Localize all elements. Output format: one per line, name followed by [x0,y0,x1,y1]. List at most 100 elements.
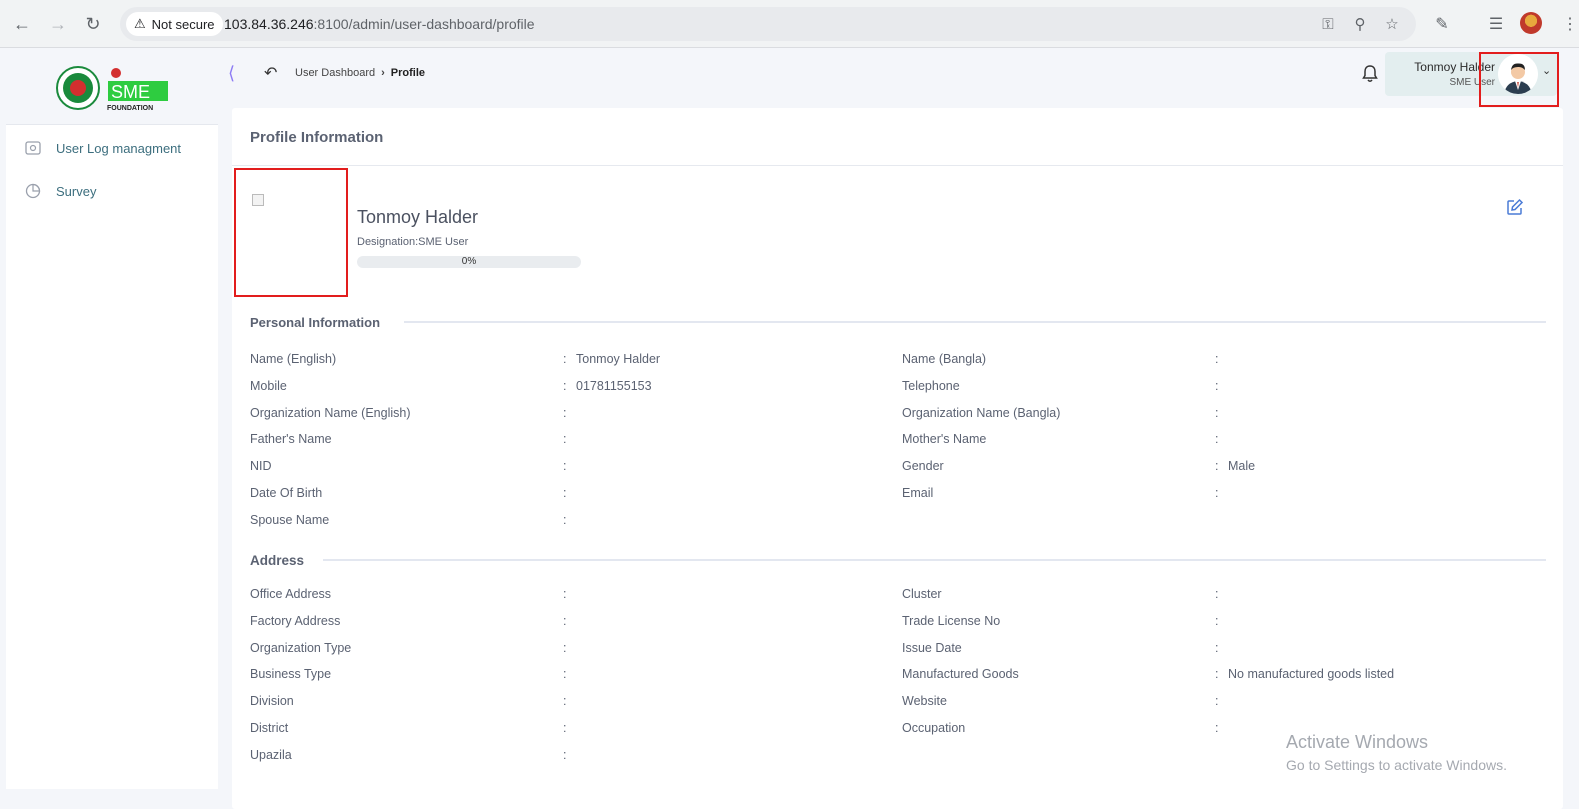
menu-dots-icon[interactable]: ⋮ [1558,12,1579,36]
field-separator: : [1215,721,1219,735]
field-label: Spouse Name [250,512,330,527]
field-label: Name (Bangla) [902,352,987,366]
key-icon[interactable]: ⚿ [1318,14,1338,34]
field-label: Organization Name (Bangla) [902,405,1061,420]
chevron-right-icon: › [381,67,385,79]
field-separator: : [1215,640,1219,655]
field-label: Manufactured Goods [902,667,1019,682]
sidebar-item-survey[interactable]: Survey [24,179,96,203]
security-label: Not secure [151,16,215,32]
reload-icon[interactable]: ↻ [81,12,105,36]
field-separator: : [1215,352,1219,366]
topbar: ⟨ ↶ User Dashboard › Profile Tonmoy Hald… [224,49,1579,101]
field-value: Tonmoy Halder [576,352,661,366]
field-label: Cluster [902,587,942,601]
field-separator: : [563,613,567,628]
field-label: Business Type [250,667,332,682]
field-label: NID [250,459,272,474]
url-path: :8100/admin/user-dashboard/profile [313,16,535,32]
field-label: Division [250,694,294,709]
section-divider [323,559,1546,561]
zoom-icon[interactable]: ⚲ [1350,14,1370,34]
sidebar: SME FOUNDATION User Log managment Survey [0,49,224,809]
profile-photo-highlight [234,168,348,297]
svg-text:SME: SME [111,82,150,102]
field-separator: : [563,512,567,527]
svg-text:FOUNDATION: FOUNDATION [107,105,153,112]
field-label: Factory Address [250,613,341,628]
field-label: Name (English) [250,352,337,366]
field-separator: : [563,432,567,447]
field-label: Telephone [902,378,960,393]
log-icon [24,139,42,157]
page-title: Profile Information [250,129,384,146]
undo-back-icon[interactable]: ↶ [264,63,277,83]
field-value: No manufactured goods listed [1228,667,1395,682]
field-separator: : [1215,486,1219,500]
field-separator: : [1215,459,1219,474]
sidebar-item-user-log[interactable]: User Log managment [24,136,181,160]
address-bar[interactable]: ⚠ Not secure 103.84.36.246:8100/admin/us… [120,7,1416,41]
profile-designation: Designation:SME User [357,236,469,248]
field-separator: : [563,405,567,420]
warning-icon: ⚠ [134,16,146,31]
windows-watermark-title: Activate Windows [1286,732,1429,752]
collapse-sidebar-icon[interactable]: ⟨ [228,63,235,84]
field-label: Office Address [250,587,332,601]
breadcrumb: User Dashboard › Profile [295,67,425,79]
field-label: Gender [902,459,944,474]
field-label: Father's Name [250,432,332,447]
field-separator: : [1215,405,1219,420]
progress-text: 0% [461,256,477,267]
field-value: 01781155153 [576,378,652,393]
field-separator: : [563,747,567,762]
profile-card: Profile Information Tonmoy Halder Design… [232,108,1563,809]
sidebar-panel: User Log managment Survey [6,124,218,789]
section-personal-information: Personal Information [250,315,381,330]
field-label: Mother's Name [902,432,987,447]
field-label: Upazila [250,747,292,762]
broken-image-icon [252,194,264,206]
field-separator: : [563,459,567,474]
sidebar-item-label: User Log managment [56,140,182,156]
breadcrumb-profile: Profile [390,67,425,79]
field-separator: : [1215,694,1219,709]
field-separator: : [563,721,567,735]
field-separator: : [563,694,567,709]
forward-arrow-icon[interactable]: → [46,12,70,36]
edit-icon[interactable] [1506,198,1524,216]
field-label: Trade License No [902,613,1001,628]
browser-profile-avatar[interactable] [1520,12,1542,34]
field-label: Mobile [250,378,287,393]
field-separator: : [1215,667,1219,682]
browser-toolbar: ← → ↻ ⚠ Not secure 103.84.36.246:8100/ad… [0,0,1579,48]
extensions-icon[interactable]: ✎ [1430,12,1454,36]
profile-progress-bar: 0% [357,256,581,268]
avatar-highlight-box [1479,52,1559,107]
field-label: Organization Type [250,640,352,655]
breadcrumb-user-dashboard[interactable]: User Dashboard [295,67,375,79]
field-label: Date Of Birth [250,486,323,500]
field-separator: : [563,352,567,366]
field-label: Website [902,694,947,709]
field-separator: : [563,378,567,393]
field-label: Issue Date [902,640,962,655]
pie-chart-icon [24,182,42,200]
back-arrow-icon[interactable]: ← [10,12,34,36]
section-address: Address [250,553,305,568]
field-label: Organization Name (English) [250,405,411,420]
field-separator: : [563,640,567,655]
media-icon[interactable]: ☰ [1484,12,1508,36]
sme-foundation-logo[interactable]: SME FOUNDATION [56,63,176,113]
field-separator: : [563,486,567,500]
url-text[interactable]: 103.84.36.246:8100/admin/user-dashboard/… [224,16,535,32]
field-label: Email [902,486,934,500]
url-host: 103.84.36.246 [224,16,314,32]
star-icon[interactable]: ☆ [1382,14,1402,34]
field-separator: : [1215,378,1219,393]
field-separator: : [1215,587,1219,601]
field-separator: : [1215,432,1219,447]
security-chip[interactable]: ⚠ Not secure [126,12,223,36]
bell-icon[interactable] [1360,64,1380,84]
field-separator: : [1215,613,1219,628]
